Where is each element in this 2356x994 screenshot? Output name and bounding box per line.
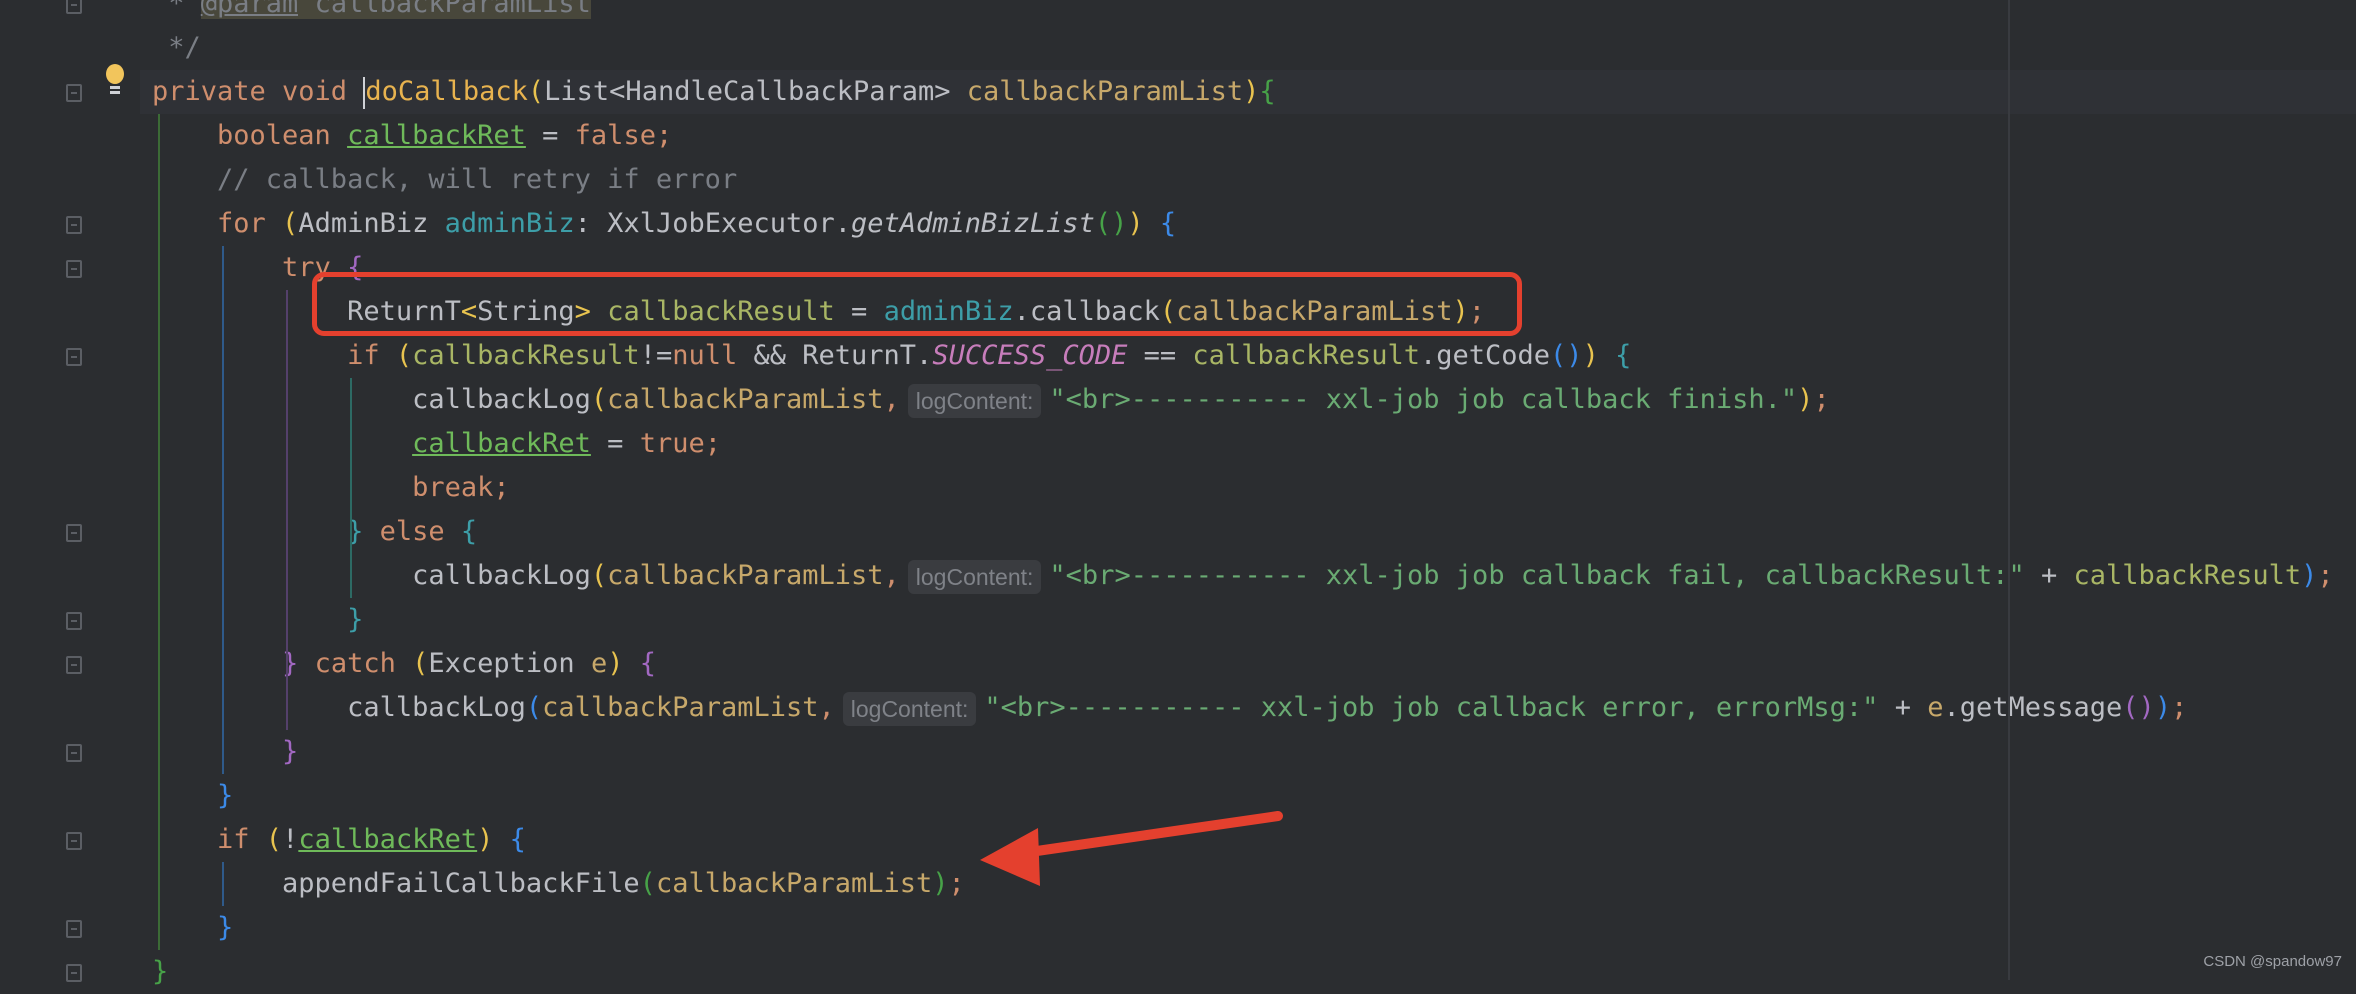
arrow-annotation — [980, 811, 1283, 886]
indent-guide — [158, 114, 160, 950]
code-editor[interactable]: * @param callbackParamList */private voi… — [0, 0, 2356, 987]
indent-guide — [222, 862, 224, 906]
indent-guide — [350, 378, 352, 598]
watermark: CSDN @spandow97 — [2203, 953, 2342, 970]
indent-guide — [222, 246, 224, 774]
indent-guide — [286, 290, 288, 730]
